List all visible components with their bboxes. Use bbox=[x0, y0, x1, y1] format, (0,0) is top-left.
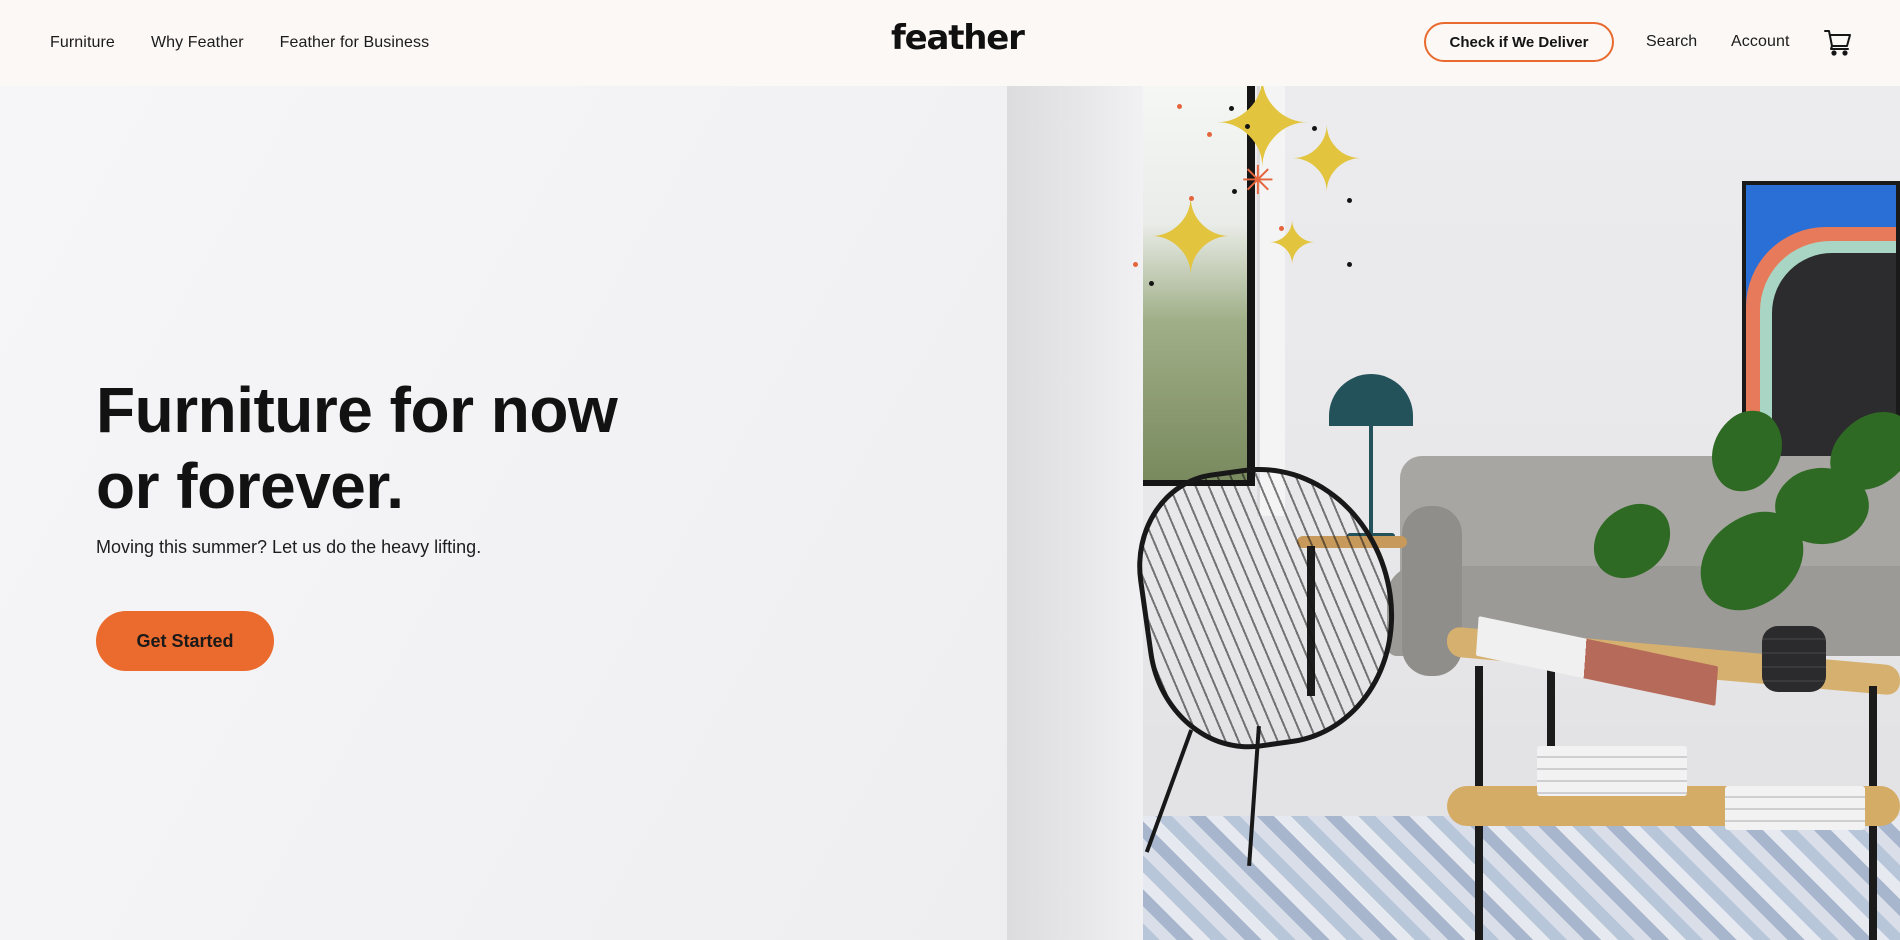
star-decal-icon: ✦ bbox=[1289, 108, 1365, 213]
hero-living-room-image: ✦ ✦ ✦ ✦ ✳ bbox=[1007, 86, 1900, 940]
dot-decal bbox=[1149, 281, 1154, 286]
feather-logo[interactable]: feather bbox=[891, 18, 1025, 58]
cart-icon[interactable] bbox=[1823, 28, 1853, 56]
get-started-button[interactable]: Get Started bbox=[96, 611, 274, 671]
nav-link-feather-for-business[interactable]: Feather for Business bbox=[280, 34, 430, 52]
star-decal-icon: ✦ bbox=[1147, 177, 1235, 299]
rug bbox=[1143, 816, 1900, 940]
nav-link-furniture[interactable]: Furniture bbox=[50, 34, 115, 52]
hero-headline-line1: Furniture for now bbox=[96, 374, 618, 446]
star-decal-icon: ✳ bbox=[1241, 158, 1275, 204]
dot-decal bbox=[1177, 104, 1182, 109]
star-decal-icon: ✦ bbox=[1267, 209, 1318, 279]
dot-decal bbox=[1232, 189, 1237, 194]
dot-decal bbox=[1229, 106, 1234, 111]
dot-decal bbox=[1312, 126, 1317, 131]
wall-column bbox=[1007, 86, 1143, 940]
dot-decal bbox=[1279, 226, 1284, 231]
site-header: Furniture Why Feather Feather for Busine… bbox=[0, 0, 1900, 86]
dot-decal bbox=[1207, 132, 1212, 137]
hero-headline-line2: or forever. bbox=[96, 450, 404, 522]
wall-painting bbox=[1742, 181, 1900, 463]
plant-pot bbox=[1762, 626, 1826, 692]
dot-decal bbox=[1189, 196, 1194, 201]
book-stack bbox=[1537, 746, 1687, 796]
hero-subheadline: Moving this summer? Let us do the heavy … bbox=[96, 537, 482, 557]
account-link[interactable]: Account bbox=[1731, 33, 1790, 51]
book-stack bbox=[1725, 786, 1865, 830]
hero-headline: Furniture for now or forever. bbox=[96, 372, 716, 524]
nav-link-why-feather[interactable]: Why Feather bbox=[151, 34, 244, 52]
check-delivery-button[interactable]: Check if We Deliver bbox=[1424, 22, 1614, 62]
dot-decal bbox=[1133, 262, 1138, 267]
primary-nav: Furniture Why Feather Feather for Busine… bbox=[50, 0, 429, 86]
lamp-pole bbox=[1369, 426, 1373, 536]
search-link[interactable]: Search bbox=[1646, 33, 1697, 51]
dot-decal bbox=[1347, 262, 1352, 267]
dot-decal bbox=[1245, 124, 1250, 129]
dot-decal bbox=[1347, 198, 1352, 203]
